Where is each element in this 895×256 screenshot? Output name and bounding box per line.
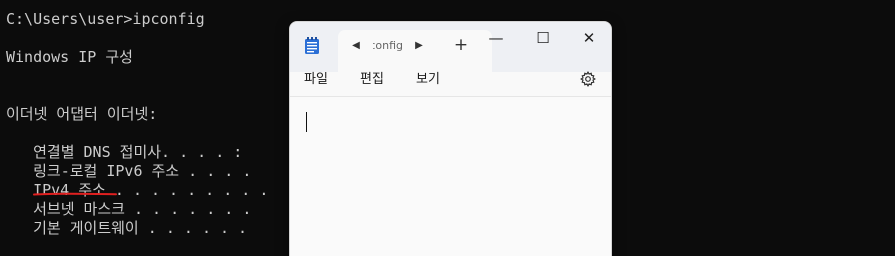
menu-view[interactable]: 보기 xyxy=(416,72,440,90)
desktop-area: C:\Users\user>ipconfig Windows IP 구성 이더넷… xyxy=(0,0,895,256)
minimize-button[interactable]: — xyxy=(476,26,516,50)
close-button[interactable]: ✕ xyxy=(569,26,609,50)
terminal-output-line: 이더넷 어댑터 이더넷: xyxy=(6,105,158,123)
maximize-button[interactable]: ☐ xyxy=(523,26,563,50)
terminal-output-line: 서브넷 마스크 . . . . . . . xyxy=(6,200,252,218)
terminal-output-line: 링크-로컬 IPv6 주소 . . . . xyxy=(6,162,252,180)
notepad-window[interactable]: ◀ ipconfig ▶ + — ☐ ✕ 파일 편집 보기 xyxy=(289,21,612,256)
tab-scroll-right-icon[interactable]: ▶ xyxy=(414,39,424,53)
gear-icon[interactable] xyxy=(580,71,596,87)
terminal-output-line: 연결별 DNS 접미사. . . . : xyxy=(6,143,243,161)
menu-edit[interactable]: 편집 xyxy=(360,72,384,90)
text-caret xyxy=(306,112,307,132)
notepad-app-icon xyxy=(305,37,319,54)
terminal-output-line: 기본 게이트웨이 . . . . . . xyxy=(6,219,248,237)
terminal-prompt-line: C:\Users\user>ipconfig xyxy=(6,10,205,28)
terminal-output-line: Windows IP 구성 xyxy=(6,48,133,66)
notepad-titlebar[interactable]: ◀ ipconfig ▶ + — ☐ ✕ xyxy=(290,22,611,72)
text-editor-area[interactable] xyxy=(290,97,611,256)
menu-bar: 파일 편집 보기 xyxy=(290,71,611,97)
menu-file[interactable]: 파일 xyxy=(304,72,328,90)
new-tab-button[interactable]: + xyxy=(452,36,470,54)
terminal-output-line: IPv4 주소 . . . . . . . . . xyxy=(6,181,269,199)
tab-scroll-left-icon[interactable]: ◀ xyxy=(351,39,361,53)
tab-title[interactable]: ipconfig xyxy=(373,39,403,53)
